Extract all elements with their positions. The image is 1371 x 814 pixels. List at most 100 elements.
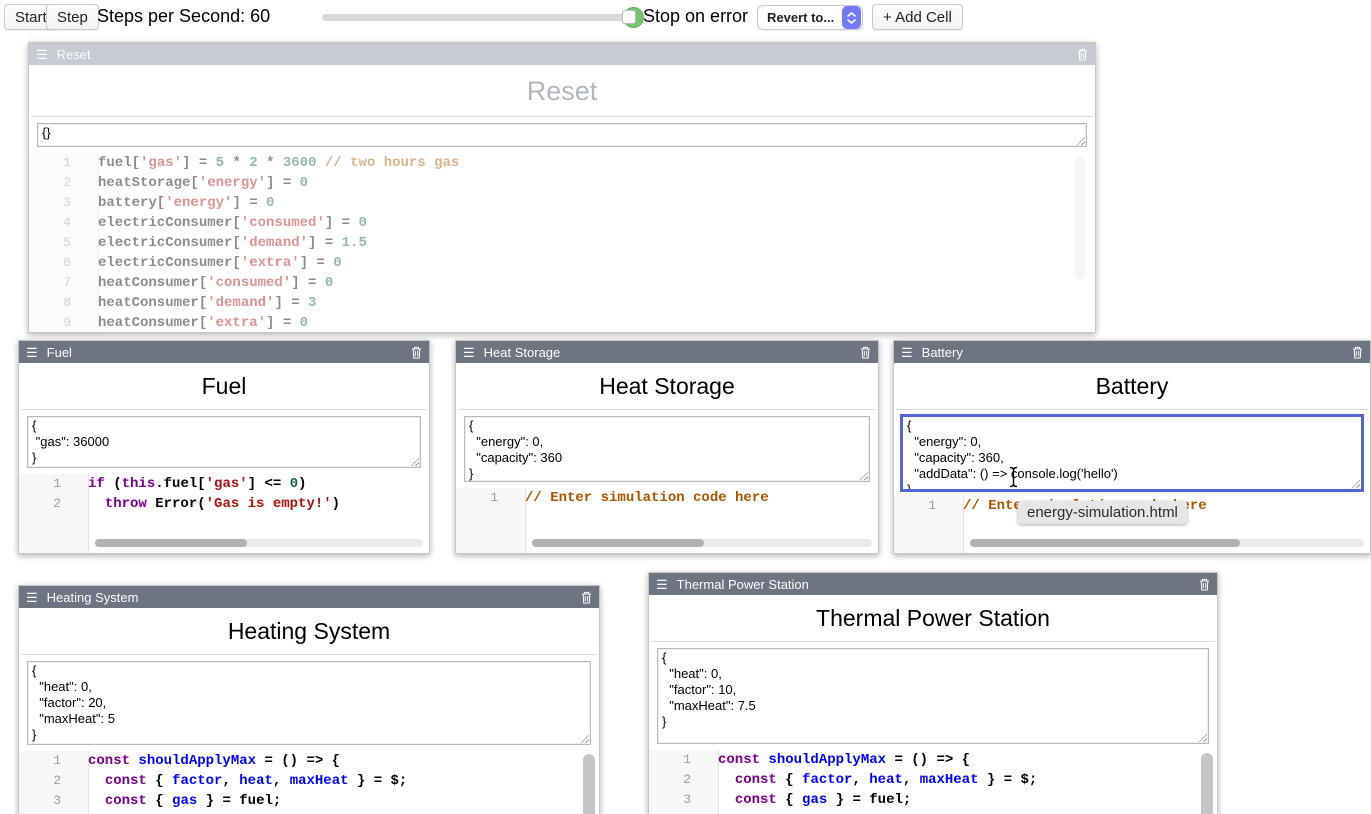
horizontal-scrollbar[interactable] <box>532 539 872 547</box>
cell-header[interactable]: ☰ Fuel <box>19 341 429 363</box>
cell-header-title: Thermal Power Station <box>677 577 809 592</box>
drag-handle-icon[interactable]: ☰ <box>901 346 913 359</box>
revert-select[interactable]: Revert to... <box>757 5 863 30</box>
cell-thermal-power-station: ☰ Thermal Power Station Thermal Power St… <box>648 572 1218 814</box>
code-line: 9heatConsumer['extra'] = 0 <box>29 313 1095 332</box>
resize-handle[interactable] <box>1351 479 1360 488</box>
trash-icon <box>1352 346 1363 359</box>
code-line: 2 throw Error('Gas is empty!') <box>19 494 429 514</box>
delete-cell-button[interactable] <box>1352 346 1363 359</box>
cell-title: Reset <box>29 76 1095 107</box>
cell-heat-storage: ☰ Heat Storage Heat Storage { "energy": … <box>455 340 879 554</box>
code-line: 2heatStorage['energy'] = 0 <box>29 173 1095 193</box>
delete-cell-button[interactable] <box>411 346 422 359</box>
cell-title: Fuel <box>19 373 429 400</box>
line-number: 2 <box>649 770 705 789</box>
line-number: 1 <box>456 488 512 507</box>
add-cell-button[interactable]: + Add Cell <box>872 4 963 30</box>
cell-data-input[interactable]: { "heat": 0, "factor": 10, "maxHeat": 7.… <box>657 648 1209 744</box>
delete-cell-button[interactable] <box>1077 48 1088 61</box>
cell-header-title: Heating System <box>47 590 139 605</box>
code-editor[interactable]: 1fuel['gas'] = 5 * 2 * 3600 // two hours… <box>29 153 1095 332</box>
trash-icon <box>411 346 422 359</box>
code-editor[interactable]: 1if (this.fuel['gas'] <= 0)2 throw Error… <box>19 474 429 553</box>
horizontal-scrollbar-thumb[interactable] <box>532 539 704 547</box>
line-number: 5 <box>29 233 85 252</box>
line-number: 8 <box>29 293 85 312</box>
cell-title: Thermal Power Station <box>649 605 1217 632</box>
step-button[interactable]: Step <box>46 4 99 30</box>
delete-cell-button[interactable] <box>860 346 871 359</box>
drag-handle-icon[interactable]: ☰ <box>463 346 475 359</box>
cell-header[interactable]: ☰ Thermal Power Station <box>649 573 1217 595</box>
line-number: 1 <box>19 751 75 770</box>
resize-handle[interactable] <box>580 734 589 743</box>
cell-data-input[interactable]: {} <box>37 123 1087 147</box>
cell-data-input[interactable]: { "energy": 0, "capacity": 360 } <box>464 416 870 482</box>
code-line: 7heatConsumer['consumed'] = 0 <box>29 273 1095 293</box>
cell-data-input[interactable]: { "energy": 0, "capacity": 360, "addData… <box>902 416 1362 490</box>
code-line: 3 const { gas } = fuel; <box>649 790 1217 810</box>
code-line: 2 const { factor, heat, maxHeat } = $; <box>19 771 599 791</box>
line-number: 4 <box>29 213 85 232</box>
cell-header[interactable]: ☰ Heat Storage <box>456 341 878 363</box>
select-chevrons-icon <box>842 6 861 29</box>
code-line: 3 const { gas } = fuel; <box>19 791 599 811</box>
code-line: 1fuel['gas'] = 5 * 2 * 3600 // two hours… <box>29 153 1095 173</box>
code-editor[interactable]: 1// Enter simulation code here <box>456 488 878 553</box>
code-line: 3battery['energy'] = 0 <box>29 193 1095 213</box>
delete-cell-button[interactable] <box>581 591 592 604</box>
code-line: 2 const { factor, heat, maxHeat } = $; <box>649 770 1217 790</box>
code-line: 1if (this.fuel['gas'] <= 0) <box>19 474 429 494</box>
line-number: 2 <box>19 494 75 513</box>
cell-header[interactable]: ☰ Battery <box>894 341 1370 363</box>
cell-header-title: Fuel <box>47 345 72 360</box>
trash-icon <box>860 346 871 359</box>
drag-handle-icon[interactable]: ☰ <box>26 591 38 604</box>
filename-tooltip: energy-simulation.html <box>1018 501 1187 524</box>
resize-handle[interactable] <box>859 471 868 480</box>
horizontal-scrollbar[interactable] <box>95 539 423 547</box>
speed-label: Steps per Second: 60 <box>97 6 270 27</box>
drag-handle-icon[interactable]: ☰ <box>656 578 668 591</box>
speed-slider[interactable] <box>322 14 640 21</box>
code-line: 4electricConsumer['consumed'] = 0 <box>29 213 1095 233</box>
drag-handle-icon[interactable]: ☰ <box>26 346 38 359</box>
trash-icon <box>1199 578 1210 591</box>
cell-title: Battery <box>894 373 1370 400</box>
line-number: 7 <box>29 273 85 292</box>
trash-icon <box>581 591 592 604</box>
trash-icon <box>1077 48 1088 61</box>
revert-select-value: Revert to... <box>758 10 842 25</box>
horizontal-scrollbar-thumb[interactable] <box>970 539 1240 547</box>
code-line: 6electricConsumer['extra'] = 0 <box>29 253 1095 273</box>
line-number: 1 <box>894 496 950 515</box>
horizontal-scrollbar[interactable] <box>970 539 1364 547</box>
line-number: 3 <box>19 791 75 810</box>
cell-fuel: ☰ Fuel Fuel { "gas": 36000 } 1if (this.f… <box>18 340 430 554</box>
line-number: 1 <box>19 474 75 493</box>
cell-title: Heat Storage <box>456 373 878 400</box>
line-number: 3 <box>29 193 85 212</box>
resize-handle[interactable] <box>1198 733 1207 742</box>
resize-handle[interactable] <box>1076 136 1085 145</box>
toolbar: Start Step Steps per Second: 60 Stop on … <box>0 0 1371 36</box>
horizontal-scrollbar-thumb[interactable] <box>95 539 247 547</box>
text-cursor-icon <box>1008 466 1019 493</box>
stop-on-error-label: Stop on error <box>643 6 748 27</box>
cell-reset: ☰ Reset Reset {} 1fuel['gas'] = 5 * 2 * … <box>28 42 1096 333</box>
resize-handle[interactable] <box>410 457 419 466</box>
line-number: 9 <box>29 313 85 332</box>
cell-header[interactable]: ☰ Reset <box>29 43 1095 65</box>
drag-handle-icon[interactable]: ☰ <box>36 48 48 61</box>
line-number: 3 <box>649 790 705 809</box>
cell-data-input[interactable]: { "gas": 36000 } <box>27 416 421 468</box>
cell-header[interactable]: ☰ Heating System <box>19 586 599 608</box>
code-line: 1// Enter simulation code here <box>456 488 878 508</box>
stop-on-error-checkbox[interactable] <box>622 10 636 24</box>
cell-header-title: Heat Storage <box>484 345 561 360</box>
cell-data-input[interactable]: { "heat": 0, "factor": 20, "maxHeat": 5 … <box>27 661 591 745</box>
code-editor[interactable]: 1const shouldApplyMax = () => {2 const {… <box>649 750 1217 814</box>
delete-cell-button[interactable] <box>1199 578 1210 591</box>
code-editor[interactable]: 1const shouldApplyMax = () => {2 const {… <box>19 751 599 814</box>
